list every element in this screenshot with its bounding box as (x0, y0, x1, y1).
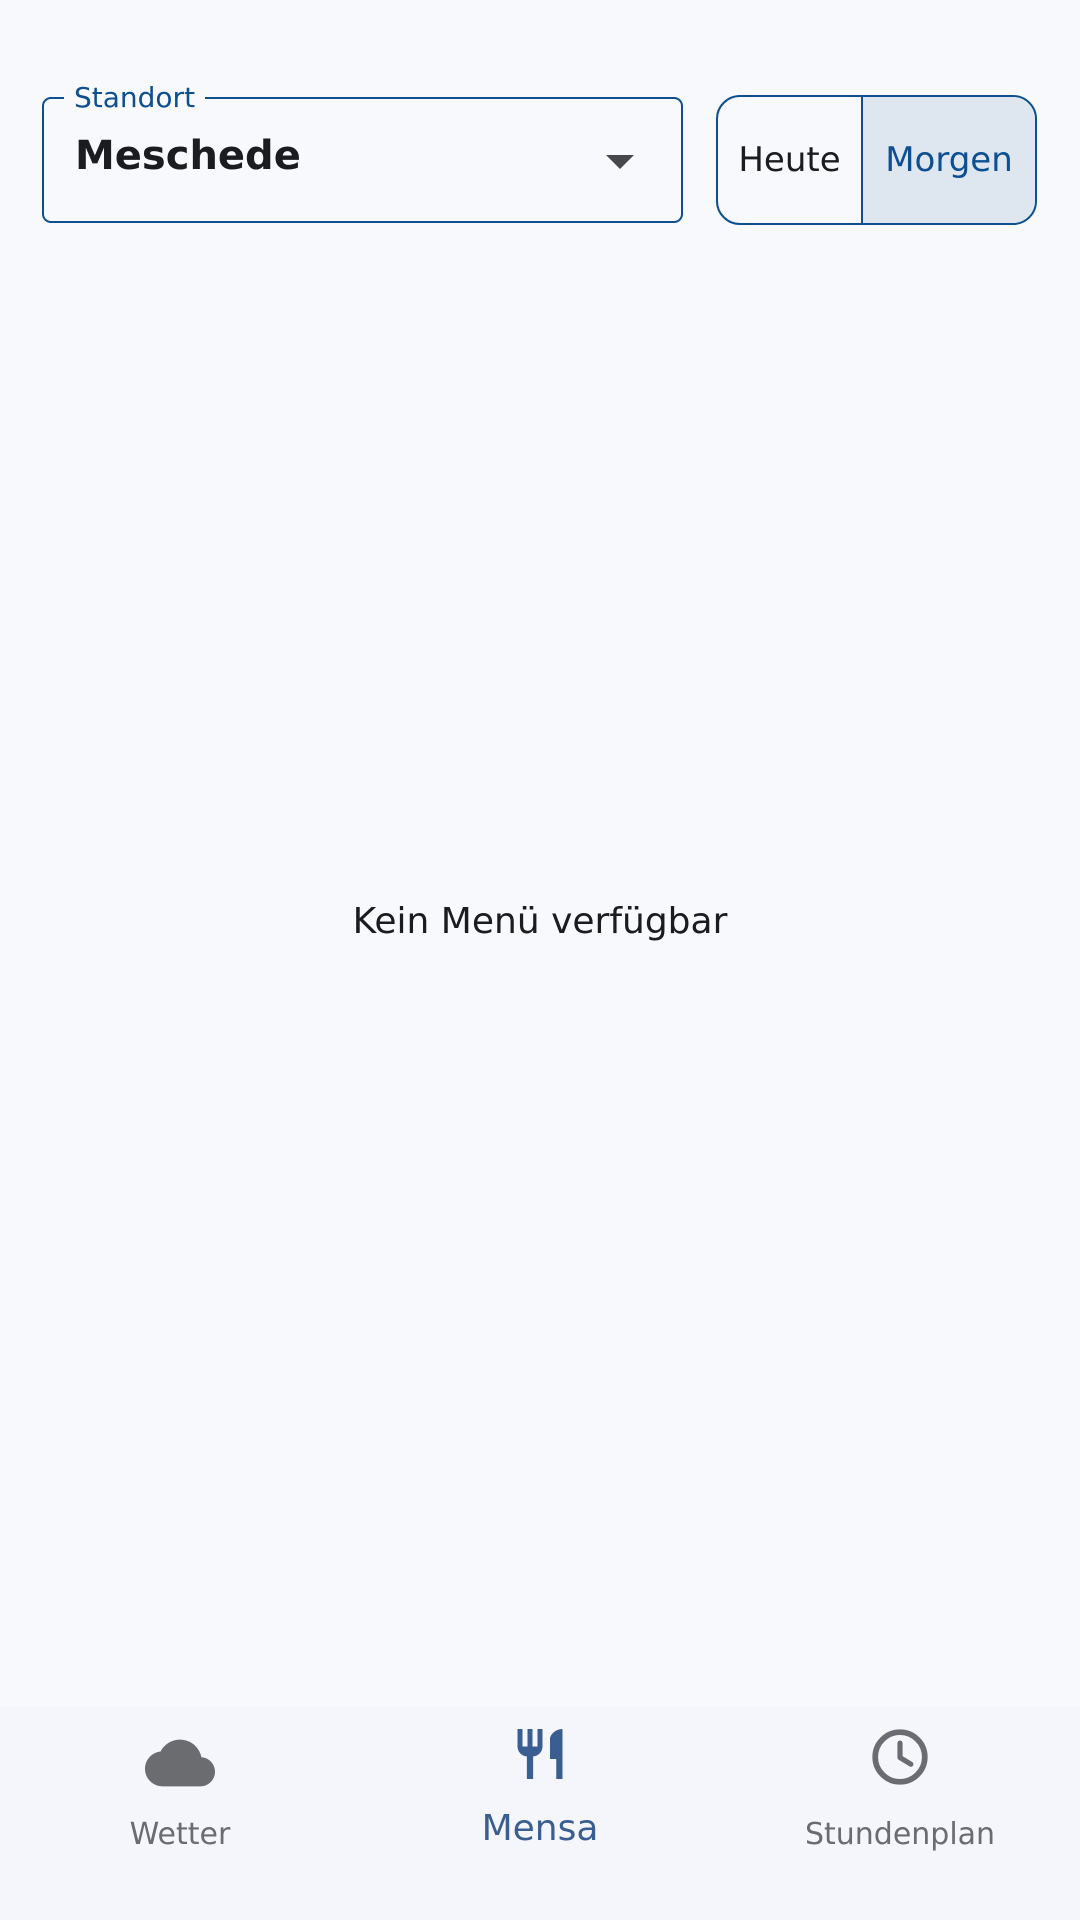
bottom-navigation: Wetter Mensa Stundenplan (0, 1706, 1080, 1920)
nav-item-wetter[interactable]: Wetter (0, 1706, 360, 1920)
fork-knife-icon (517, 1729, 563, 1779)
location-value: Meschede (75, 133, 301, 179)
dropdown-arrow-icon (606, 155, 634, 169)
cloud-icon (145, 1739, 215, 1787)
day-toggle: Heute Morgen (716, 95, 1037, 225)
nav-label-wetter: Wetter (129, 1817, 231, 1852)
location-dropdown[interactable]: Standort Meschede (42, 80, 683, 223)
day-option-heute[interactable]: Heute (718, 97, 863, 223)
nav-item-stundenplan[interactable]: Stundenplan (720, 1706, 1080, 1920)
empty-menu-message: Kein Menü verfügbar (352, 901, 728, 942)
location-label: Standort (64, 80, 206, 116)
day-option-morgen[interactable]: Morgen (863, 97, 1035, 223)
clock-icon (872, 1729, 928, 1785)
nav-item-mensa[interactable]: Mensa (360, 1706, 720, 1920)
nav-label-stundenplan: Stundenplan (804, 1817, 996, 1852)
nav-label-mensa: Mensa (481, 1808, 599, 1849)
